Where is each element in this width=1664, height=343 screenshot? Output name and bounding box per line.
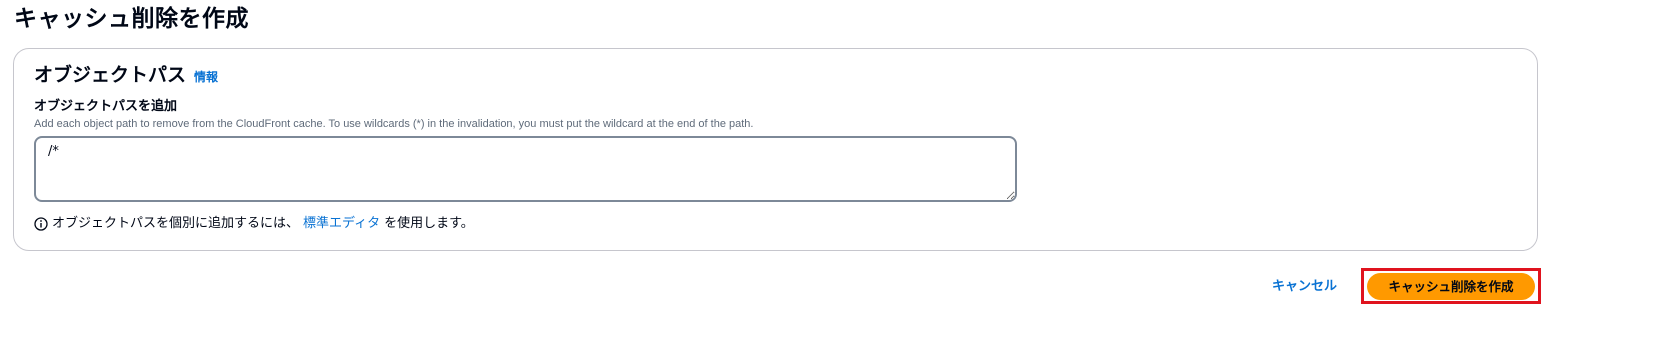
field-label: オブジェクトパスを追加 <box>34 99 178 114</box>
create-invalidation-button[interactable]: キャッシュ削除を作成 <box>1367 273 1535 300</box>
hint-prefix: オブジェクトパスを個別に追加するには、 <box>52 216 300 231</box>
cancel-button[interactable]: キャンセル <box>1262 274 1347 300</box>
panel-header: オブジェクトパス 情報 <box>34 63 218 87</box>
info-link[interactable]: 情報 <box>194 68 218 85</box>
field-description: Add each object path to remove from the … <box>34 118 754 130</box>
object-paths-panel: オブジェクトパス 情報 オブジェクトパスを追加 Add each object … <box>13 48 1538 251</box>
object-paths-field <box>34 136 1017 202</box>
editor-hint: オブジェクトパスを個別に追加するには、 標準エディタ を使用します。 <box>34 215 474 233</box>
object-paths-textarea[interactable] <box>34 136 1017 202</box>
page-title: キャッシュ削除を作成 <box>14 6 249 32</box>
panel-title: オブジェクトパス <box>34 64 187 86</box>
hint-suffix: を使用します。 <box>384 216 474 231</box>
info-circle-icon <box>34 217 48 231</box>
standard-editor-link[interactable]: 標準エディタ <box>303 215 380 233</box>
create-invalidation-page: キャッシュ削除を作成 オブジェクトパス 情報 オブジェクトパスを追加 Add e… <box>0 0 1664 343</box>
